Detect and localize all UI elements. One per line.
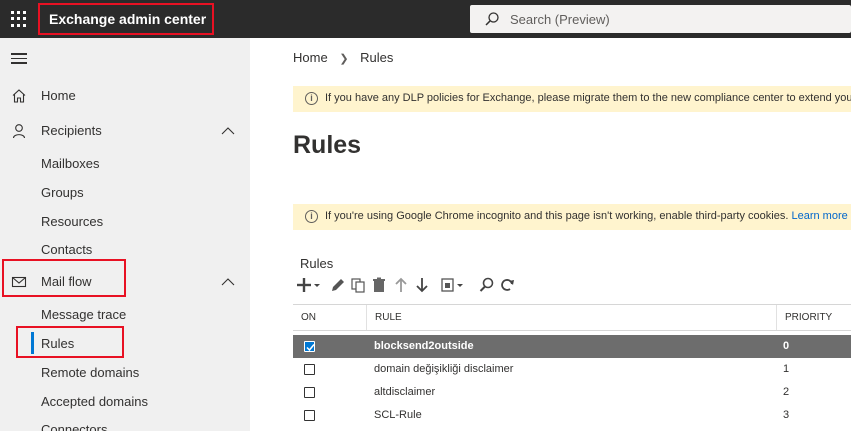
sidebar-item-resources[interactable]: Resources — [41, 214, 103, 229]
rule-priority: 2 — [783, 386, 790, 398]
info-icon: i — [305, 210, 318, 223]
rule-name: SCL-Rule — [374, 409, 422, 421]
person-icon — [12, 124, 26, 139]
rule-name: altdisclaimer — [374, 386, 436, 398]
breadcrumb: Home ❯ Rules — [293, 50, 393, 65]
enabled-checkbox[interactable] — [304, 364, 315, 375]
checkmark-icon — [306, 344, 315, 352]
rule-priority: 3 — [783, 409, 790, 421]
rule-name: blocksend2outside — [374, 340, 474, 352]
sidebar-item-accepted-domains[interactable]: Accepted domains — [41, 394, 148, 409]
sidebar-item-label: Home — [41, 88, 76, 103]
info-icon: i — [305, 92, 318, 105]
home-icon — [12, 89, 26, 103]
sidebar-item-groups[interactable]: Groups — [41, 185, 84, 200]
main-content: Home ❯ Rules i If you have any DLP polic… — [250, 38, 851, 431]
incognito-banner: i If you're using Google Chrome incognit… — [293, 204, 851, 230]
arrow-up-icon[interactable] — [392, 276, 410, 294]
sidebar-item-message-trace[interactable]: Message trace — [41, 307, 126, 322]
breadcrumb-home[interactable]: Home — [293, 50, 328, 65]
table-row[interactable]: domain değişikliği disclaimer 1 — [293, 358, 851, 381]
rules-toolbar — [297, 276, 597, 296]
sidebar-item-contacts[interactable]: Contacts — [41, 242, 92, 257]
sidebar-item-label: Recipients — [41, 123, 102, 138]
hamburger-menu-icon[interactable] — [11, 53, 27, 65]
sidebar-item-mailboxes[interactable]: Mailboxes — [41, 156, 100, 171]
arrow-down-icon[interactable] — [413, 276, 431, 294]
rule-priority: 1 — [783, 363, 790, 375]
search-placeholder: Search (Preview) — [510, 12, 610, 27]
breadcrumb-rules: Rules — [360, 50, 394, 65]
export-dropdown-icon[interactable] — [440, 276, 466, 294]
page-title: Rules — [293, 131, 362, 159]
sidebar-nav: Home Recipients Mailboxes Groups Resourc… — [0, 38, 250, 431]
enabled-checkbox[interactable] — [304, 341, 315, 352]
search-box[interactable]: Search (Preview) — [470, 5, 851, 33]
sidebar-item-remote-domains[interactable]: Remote domains — [41, 365, 139, 380]
table-row[interactable]: altdisclaimer 2 — [293, 381, 851, 404]
search-icon — [485, 12, 499, 26]
chevron-up-icon[interactable] — [221, 126, 235, 135]
column-header-on[interactable]: ON — [293, 305, 366, 330]
app-launcher-icon[interactable] — [11, 11, 27, 27]
table-header: ON RULE PRIORITY — [293, 304, 851, 331]
table-row[interactable]: blocksend2outside 0 — [293, 335, 851, 358]
banner-text: If you're using Google Chrome incognito … — [325, 210, 851, 222]
sidebar-item-connectors[interactable]: Connectors — [41, 422, 107, 431]
rule-name: domain değişikliği disclaimer — [374, 363, 514, 375]
column-header-rule[interactable]: RULE — [366, 305, 776, 330]
enabled-checkbox[interactable] — [304, 387, 315, 398]
sidebar-item-recipients[interactable]: Recipients — [0, 118, 250, 144]
learn-more-link[interactable]: Learn more ab — [791, 210, 851, 222]
rules-section-label: Rules — [300, 256, 334, 271]
sidebar-item-home[interactable]: Home — [0, 83, 250, 109]
rules-highlight — [16, 326, 124, 358]
delete-icon[interactable] — [370, 276, 388, 294]
mail-flow-highlight — [2, 259, 126, 297]
chevron-up-icon[interactable] — [221, 277, 235, 286]
dlp-migration-banner: i If you have any DLP policies for Excha… — [293, 86, 851, 112]
edit-icon[interactable] — [329, 276, 347, 294]
banner-text: If you have any DLP policies for Exchang… — [325, 92, 851, 104]
add-icon[interactable] — [297, 276, 323, 294]
enabled-checkbox[interactable] — [304, 410, 315, 421]
search-icon[interactable] — [478, 276, 496, 294]
refresh-icon[interactable] — [498, 276, 516, 294]
banner-message: If you're using Google Chrome incognito … — [325, 210, 789, 222]
rule-priority: 0 — [783, 340, 790, 352]
table-row[interactable]: SCL-Rule 3 — [293, 404, 851, 427]
column-header-priority[interactable]: PRIORITY — [776, 305, 851, 330]
copy-icon[interactable] — [349, 276, 367, 294]
app-title[interactable]: Exchange admin center — [38, 3, 214, 35]
top-bar: Exchange admin center Search (Preview) — [0, 0, 851, 38]
chevron-right-icon: ❯ — [339, 53, 349, 65]
